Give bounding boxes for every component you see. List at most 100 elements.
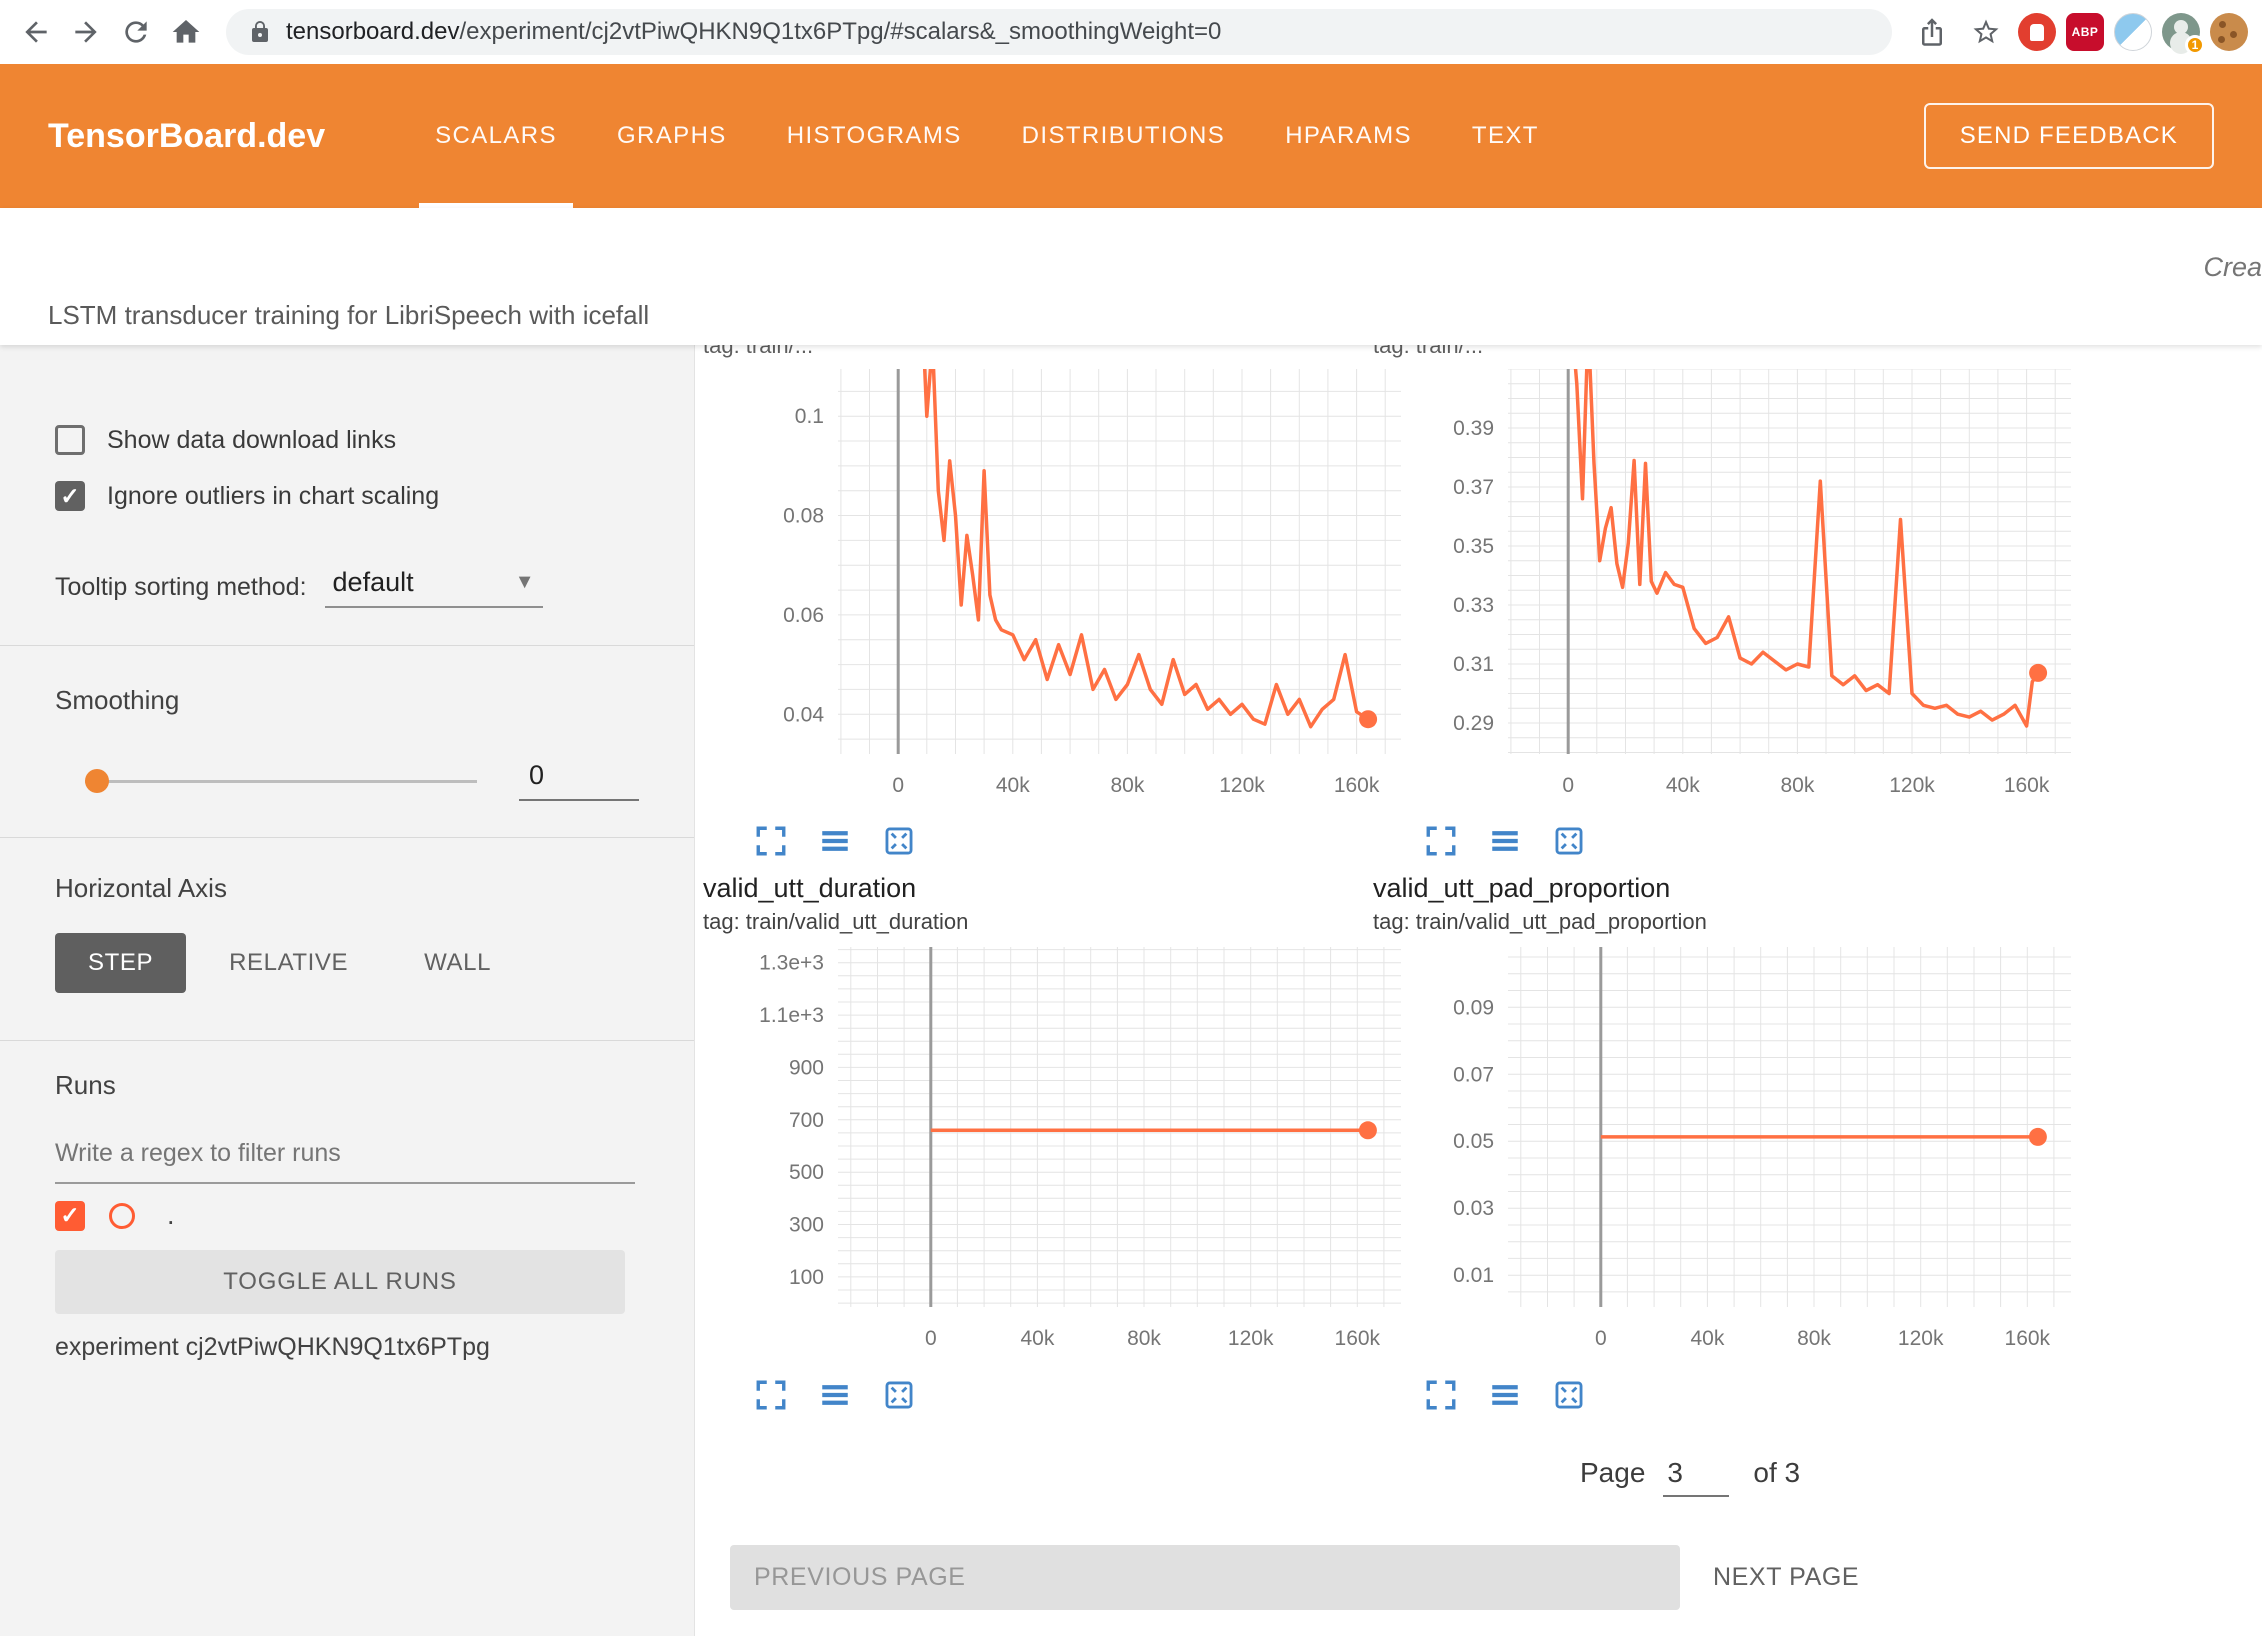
svg-text:0.37: 0.37	[1453, 476, 1494, 499]
fit-domain-icon[interactable]	[881, 1377, 917, 1413]
fit-domain-icon[interactable]	[1551, 1377, 1587, 1413]
cookie-icon[interactable]	[2210, 13, 2248, 51]
divider	[0, 837, 694, 838]
ignore-outliers-checkbox[interactable]	[55, 481, 85, 511]
svg-text:80k: 80k	[1797, 1327, 1831, 1350]
smoothing-slider[interactable]	[85, 761, 477, 801]
tab-histograms[interactable]: HISTOGRAMS	[757, 64, 992, 208]
main-nav: SCALARS GRAPHS HISTOGRAMS DISTRIBUTIONS …	[405, 64, 1569, 208]
svg-text:80k: 80k	[1780, 774, 1814, 797]
runs-filter-input[interactable]	[55, 1133, 635, 1184]
chevron-down-icon: ▼	[515, 571, 535, 594]
chart-toolbar	[1373, 1377, 2073, 1413]
smoothing-slider-thumb[interactable]	[85, 769, 109, 793]
svg-text:160k: 160k	[2004, 774, 2050, 797]
extension-icon[interactable]	[2114, 13, 2152, 51]
line-chart[interactable]: 0.290.310.330.350.370.39040k80k120k160k	[1373, 369, 2073, 809]
chart-title: valid_utt_duration	[703, 873, 1403, 903]
svg-text:120k: 120k	[1889, 774, 1935, 797]
reload-icon[interactable]	[114, 10, 158, 54]
expand-chart-icon[interactable]	[753, 823, 789, 859]
svg-text:700: 700	[789, 1109, 824, 1132]
previous-page-button[interactable]: PREVIOUS PAGE	[730, 1545, 1680, 1610]
svg-text:0: 0	[892, 774, 904, 797]
url-path: /experiment/cj2vtPiwQHKN9Q1tx6PTpg/#scal…	[459, 18, 1221, 45]
settings-sidebar: Show data download links Ignore outliers…	[0, 345, 695, 1636]
svg-text:900: 900	[789, 1056, 824, 1079]
fit-domain-icon[interactable]	[881, 823, 917, 859]
svg-text:80k: 80k	[1110, 774, 1144, 797]
browser-toolbar: tensorboard.dev/experiment/cj2vtPiwQHKN9…	[0, 0, 2262, 64]
chart-tag: tag: train/valid_utt_pad_proportion	[1373, 909, 2073, 935]
svg-text:300: 300	[789, 1214, 824, 1237]
expand-chart-icon[interactable]	[753, 1377, 789, 1413]
data-series-icon[interactable]	[1487, 1377, 1523, 1413]
bookmark-star-icon[interactable]	[1964, 10, 2008, 54]
forward-icon[interactable]	[64, 10, 108, 54]
svg-text:0.1: 0.1	[795, 405, 824, 428]
svg-text:0.07: 0.07	[1453, 1063, 1494, 1086]
tab-hparams[interactable]: HPARAMS	[1255, 64, 1442, 208]
expand-chart-icon[interactable]	[1423, 1377, 1459, 1413]
page-number-input[interactable]: 3	[1663, 1457, 1729, 1497]
browser-actions: ABP 1	[1910, 10, 2248, 54]
data-series-icon[interactable]	[1487, 823, 1523, 859]
relative-button[interactable]: RELATIVE	[196, 933, 381, 993]
data-series-icon[interactable]	[817, 1377, 853, 1413]
run-name: .	[167, 1200, 175, 1231]
tab-distributions[interactable]: DISTRIBUTIONS	[992, 64, 1256, 208]
wall-button[interactable]: WALL	[391, 933, 524, 993]
data-series-icon[interactable]	[817, 823, 853, 859]
svg-text:120k: 120k	[1228, 1327, 1274, 1350]
line-chart[interactable]: 0.010.030.050.070.09040k80k120k160k	[1373, 943, 2073, 1363]
step-button[interactable]: STEP	[55, 933, 186, 993]
adblock-extension-icon[interactable]	[2018, 13, 2056, 51]
pagination: Page 3 of 3	[1580, 1457, 1800, 1497]
run-row[interactable]: .	[55, 1200, 175, 1231]
created-label-truncated: Crea	[2203, 252, 2262, 283]
notification-badge: 1	[2185, 35, 2205, 55]
svg-text:120k: 120k	[1219, 774, 1265, 797]
abp-extension-icon[interactable]: ABP	[2066, 13, 2104, 51]
tooltip-sorting-dropdown[interactable]: default ▼	[325, 567, 543, 608]
toggle-all-runs-button[interactable]: TOGGLE ALL RUNS	[55, 1250, 625, 1314]
experiment-description: LSTM transducer training for LibriSpeech…	[48, 300, 649, 331]
svg-text:40k: 40k	[1690, 1327, 1724, 1350]
line-chart[interactable]: 0.040.060.080.1040k80k120k160k	[703, 369, 1403, 809]
tab-scalars[interactable]: SCALARS	[405, 64, 587, 208]
home-icon[interactable]	[164, 10, 208, 54]
person-icon	[2174, 20, 2188, 34]
tab-text[interactable]: TEXT	[1442, 64, 1569, 208]
svg-text:80k: 80k	[1127, 1327, 1161, 1350]
address-bar[interactable]: tensorboard.dev/experiment/cj2vtPiwQHKN9…	[226, 9, 1892, 55]
smoothing-value-input[interactable]: 0	[519, 760, 639, 801]
send-feedback-button[interactable]: SEND FEEDBACK	[1924, 103, 2214, 169]
charts-area: tag: train/... 0.040.060.080.1040k80k120…	[695, 345, 2262, 1636]
show-download-checkbox[interactable]	[55, 425, 85, 455]
main-content: Show data download links Ignore outliers…	[0, 345, 2262, 1636]
next-page-button[interactable]: NEXT PAGE	[1713, 1545, 1859, 1610]
expand-chart-icon[interactable]	[1423, 823, 1459, 859]
chart-title: valid_utt_pad_proportion	[1373, 873, 2073, 903]
chart-tag-cropped: tag: train/...	[703, 345, 1403, 361]
run-checkbox[interactable]	[55, 1201, 85, 1231]
svg-text:0.03: 0.03	[1453, 1197, 1494, 1220]
svg-text:40k: 40k	[1020, 1327, 1054, 1350]
svg-text:0.05: 0.05	[1453, 1130, 1494, 1153]
show-download-label: Show data download links	[107, 426, 396, 455]
profile-avatar[interactable]: 1	[2162, 13, 2200, 51]
svg-text:0.06: 0.06	[783, 604, 824, 627]
line-chart[interactable]: 1003005007009001.1e+31.3e+3040k80k120k16…	[703, 943, 1403, 1363]
app-header: TensorBoard.dev SCALARS GRAPHS HISTOGRAM…	[0, 64, 2262, 208]
ignore-outliers-label: Ignore outliers in chart scaling	[107, 482, 439, 511]
share-icon[interactable]	[1910, 10, 1954, 54]
url-domain: tensorboard.dev	[286, 18, 459, 45]
back-icon[interactable]	[14, 10, 58, 54]
tab-graphs[interactable]: GRAPHS	[587, 64, 757, 208]
runs-heading: Runs	[55, 1070, 116, 1101]
svg-text:1.3e+3: 1.3e+3	[759, 952, 824, 975]
svg-text:0.09: 0.09	[1453, 996, 1494, 1019]
fit-domain-icon[interactable]	[1551, 823, 1587, 859]
url-text: tensorboard.dev/experiment/cj2vtPiwQHKN9…	[286, 18, 1221, 46]
tooltip-sorting-row: Tooltip sorting method: default ▼	[55, 567, 543, 608]
